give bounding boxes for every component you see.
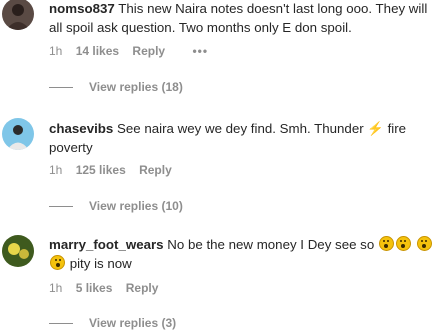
view-replies-button[interactable]: View replies (18) (49, 80, 183, 94)
view-replies-label: View replies (18) (89, 80, 183, 94)
astonished-face-icon (50, 255, 65, 270)
comment-body: nomso837 This new Naira notes doesn't la… (49, 0, 440, 37)
reply-button[interactable]: Reply (132, 44, 165, 58)
username[interactable]: marry_foot_wears (49, 237, 164, 252)
avatar[interactable] (2, 235, 34, 267)
reply-button[interactable]: Reply (126, 281, 159, 295)
replies-divider (49, 322, 73, 324)
astonished-face-icon (416, 236, 432, 251)
astonished-face-icon (378, 236, 394, 251)
comment-text: No be the new money I Dey see so (167, 237, 378, 252)
timestamp: 1h (49, 281, 63, 295)
replies-divider (49, 205, 73, 207)
view-replies-label: View replies (10) (89, 199, 183, 213)
username[interactable]: nomso837 (49, 1, 115, 16)
comment-body: chasevibs See naira wey we dey find. Smh… (49, 119, 440, 157)
more-options-icon[interactable]: ••• (192, 44, 208, 58)
comment-body: marry_foot_wears No be the new money I D… (49, 235, 440, 273)
likes-count[interactable]: 125 likes (76, 163, 126, 177)
view-replies-label: View replies (3) (89, 316, 177, 330)
view-replies-button[interactable]: View replies (3) (49, 316, 176, 330)
comment-text: See naira wey we dey find. Smh. Thunder (117, 121, 368, 136)
replies-divider (49, 86, 73, 88)
timestamp: 1h (49, 163, 63, 177)
comment-meta: 1h 5 likes Reply (49, 281, 168, 295)
lightning-icon: ⚡ (367, 121, 384, 136)
username[interactable]: chasevibs (49, 121, 113, 136)
view-replies-button[interactable]: View replies (10) (49, 199, 183, 213)
likes-count[interactable]: 14 likes (76, 44, 119, 58)
avatar[interactable] (2, 0, 34, 30)
comment-meta: 1h 125 likes Reply (49, 163, 182, 177)
comment-meta: 1h 14 likes Reply ••• (49, 44, 218, 58)
likes-count[interactable]: 5 likes (76, 281, 113, 295)
astonished-face-icon (395, 236, 411, 251)
comment-text-end: pity is now (66, 256, 132, 271)
avatar[interactable] (2, 118, 34, 150)
timestamp: 1h (49, 44, 63, 58)
reply-button[interactable]: Reply (139, 163, 172, 177)
